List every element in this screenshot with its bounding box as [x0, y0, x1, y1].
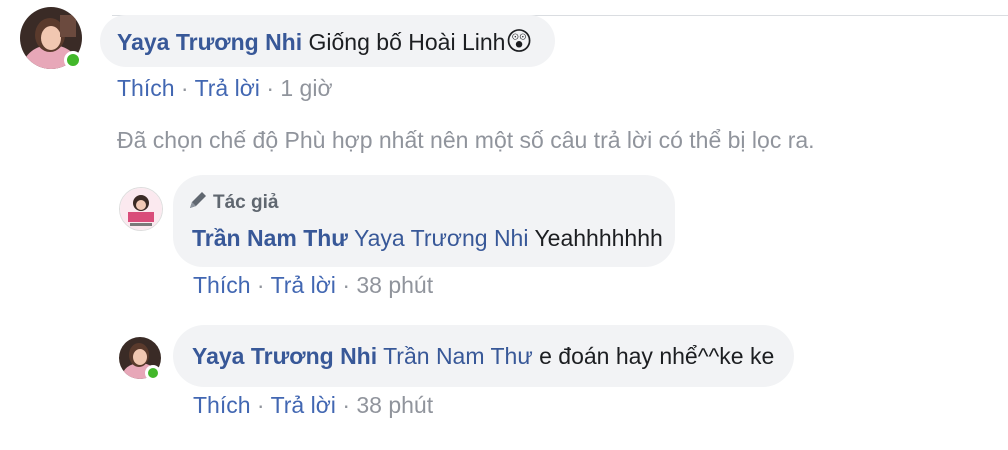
reply-link[interactable]: Trả lời: [271, 272, 336, 298]
like-link[interactable]: Thích: [193, 392, 251, 418]
author-badge: Tác giả: [187, 189, 278, 217]
online-status-dot: [64, 51, 82, 69]
reply-actions: Thích · Trả lời · 38 phút: [193, 272, 433, 299]
comment-1: Yaya Trương Nhi Giống bố Hoài Linh😲 Thíc…: [0, 0, 1008, 110]
separator-dot: ·: [180, 75, 189, 101]
avatar[interactable]: [119, 187, 163, 231]
separator-dot: ·: [342, 392, 350, 418]
timestamp[interactable]: 38 phút: [356, 272, 433, 298]
reply-text: e đoán hay nhể^^ke ke: [539, 343, 775, 369]
reply-1: Tác giả Trần Nam Thư Yaya Trương Nhi Yea…: [0, 170, 1008, 300]
separator-dot: ·: [266, 75, 274, 101]
online-status-dot: [145, 365, 161, 381]
reply-author-link[interactable]: Trần Nam Thư: [192, 225, 348, 251]
comment-actions: Thích · Trả lời · 1 giờ: [117, 75, 333, 102]
reply-bubble: Yaya Trương Nhi Trần Nam Thư e đoán hay …: [173, 325, 795, 387]
separator-dot: ·: [256, 392, 265, 418]
reply-author-link[interactable]: Yaya Trương Nhi: [192, 343, 377, 369]
like-link[interactable]: Thích: [117, 75, 175, 101]
mention-link[interactable]: Trần Nam Thư: [383, 343, 533, 369]
like-link[interactable]: Thích: [193, 272, 251, 298]
reply-link[interactable]: Trả lời: [195, 75, 260, 101]
timestamp[interactable]: 1 giờ: [280, 75, 332, 101]
separator-dot: ·: [342, 272, 350, 298]
reply-actions: Thích · Trả lời · 38 phút: [193, 392, 433, 419]
mention-link[interactable]: Yaya Trương Nhi: [354, 225, 529, 251]
reply-text: Yeahhhhhhh: [534, 225, 663, 251]
pencil-icon: [187, 189, 209, 217]
comment-text: Giống bố Hoài Linh: [308, 29, 506, 55]
astonished-emoji-icon: 😲: [505, 26, 533, 56]
reply-link[interactable]: Trả lời: [271, 392, 336, 418]
filter-note: Đã chọn chế độ Phù hợp nhất nên một số c…: [117, 127, 815, 153]
comment-bubble: Yaya Trương Nhi Giống bố Hoài Linh😲: [100, 15, 555, 67]
comment-author-link[interactable]: Yaya Trương Nhi: [117, 29, 302, 55]
timestamp[interactable]: 38 phút: [356, 392, 433, 418]
separator-dot: ·: [256, 272, 265, 298]
reply-2: Yaya Trương Nhi Trần Nam Thư e đoán hay …: [0, 320, 1008, 430]
reply-bubble: Tác giả Trần Nam Thư Yaya Trương Nhi Yea…: [173, 175, 676, 267]
author-badge-label: Tác giả: [213, 192, 279, 213]
